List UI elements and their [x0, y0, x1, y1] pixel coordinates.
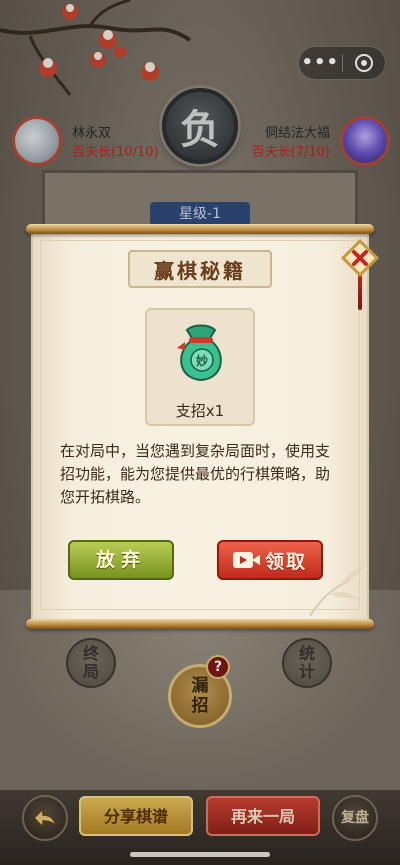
give-up-button[interactable]: 放弃	[68, 540, 174, 580]
hint-bag-icon: 妙	[177, 324, 222, 382]
reward-item-label: 支招x1	[175, 402, 225, 420]
claim-button[interactable]: 领取	[217, 540, 323, 580]
close-x-icon[interactable]	[340, 238, 380, 278]
claim-label: 领取	[264, 550, 307, 573]
reward-description: 在对局中，当您遇到复杂局面时，使用支招功能，能为您提供最优的行棋策略，助您开拓棋…	[60, 442, 331, 506]
video-camera-icon	[232, 550, 261, 570]
scroll-rod-top	[26, 224, 374, 234]
bag-seal-text: 妙	[196, 353, 208, 368]
scroll-rod-bottom	[26, 619, 374, 629]
dialog-title: 赢棋秘籍	[128, 250, 272, 288]
